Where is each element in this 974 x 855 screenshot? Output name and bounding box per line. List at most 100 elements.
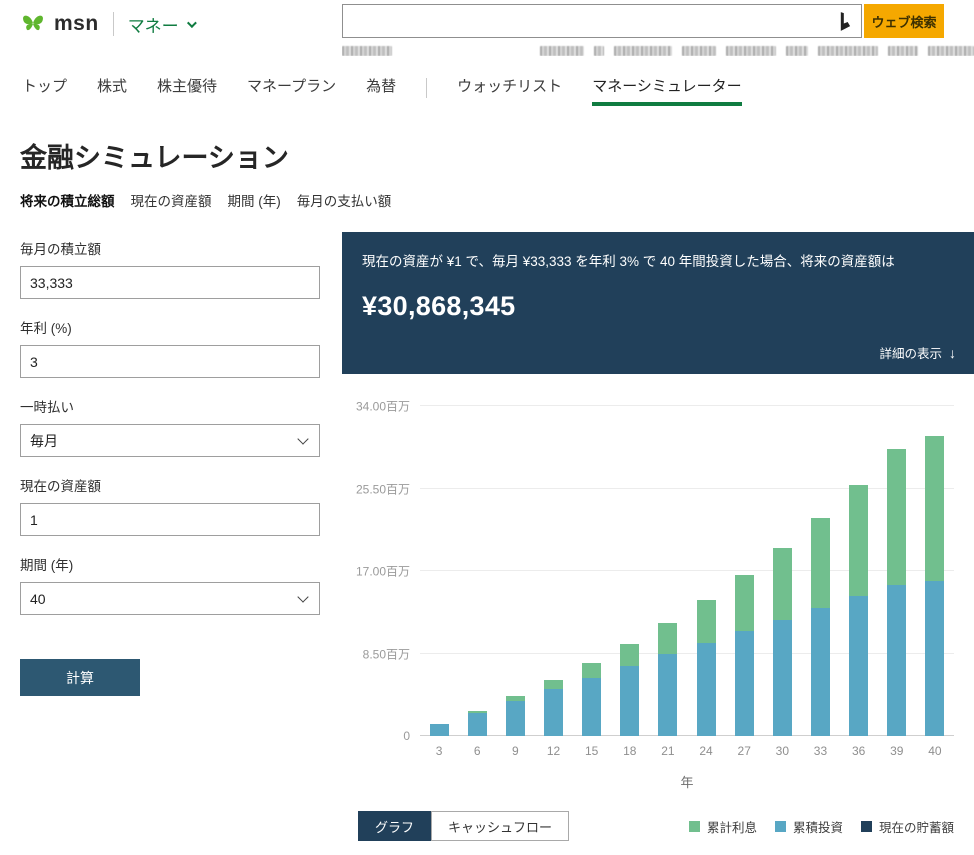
legend-label: 現在の貯蓄額 [879, 817, 954, 836]
main: 金融シミュレーション 将来の積立総額 現在の資産額 期間 (年) 毎月の支払い額… [0, 136, 974, 855]
bar-segment-2 [735, 575, 754, 631]
field-label: 一時払い [20, 396, 320, 416]
bar-year-9 [496, 406, 534, 736]
bar-segment-1 [697, 643, 716, 736]
stacked-bar [658, 406, 677, 736]
stacked-bar [697, 406, 716, 736]
field-annual-rate: 年利 (%) [20, 317, 320, 378]
bar-segment-1 [544, 689, 563, 736]
y-tick-label: 34.00百万 [356, 398, 410, 415]
bar-segment-1 [506, 701, 525, 736]
bar-segment-1 [468, 713, 487, 736]
bing-icon [834, 12, 861, 31]
tab-cashflow[interactable]: キャッシュフロー [431, 811, 569, 841]
legend-swatch-interest [689, 821, 700, 832]
redacted-text [786, 46, 808, 56]
payment-frequency-select[interactable]: 毎月 [20, 424, 320, 457]
bar-segment-2 [620, 644, 639, 667]
stacked-bar [735, 406, 754, 736]
x-tick-label: 27 [725, 744, 763, 758]
bar-year-12 [534, 406, 572, 736]
stacked-bar [811, 406, 830, 736]
stacked-bar [773, 406, 792, 736]
summary-sentence: 現在の資産が ¥1 で、毎月 ¥33,333 を年利 3% で 40 年間投資し… [362, 252, 954, 273]
subtab-future-total[interactable]: 将来の積立総額 [20, 190, 115, 210]
show-details-link[interactable]: 詳細の表示 ↓ [879, 343, 956, 362]
bar-segment-1 [430, 724, 449, 736]
redacted-text [818, 46, 878, 56]
field-label: 期間 (年) [20, 554, 320, 574]
bar-year-30 [763, 406, 801, 736]
legend-item-invested: 累積投資 [775, 817, 843, 836]
x-tick-label: 18 [611, 744, 649, 758]
bar-segment-1 [582, 678, 601, 736]
chevron-down-icon [187, 18, 197, 28]
search-box [342, 4, 862, 38]
x-tick-label: 3 [420, 744, 458, 758]
legend-item-current-savings: 現在の貯蓄額 [861, 817, 954, 836]
nav-item-stocks[interactable]: 株式 [97, 75, 127, 106]
bar-segment-2 [582, 663, 601, 678]
annual-rate-input[interactable] [20, 345, 320, 378]
x-tick-label: 12 [534, 744, 572, 758]
subtab-period[interactable]: 期間 (年) [228, 190, 281, 210]
bar-year-40 [916, 406, 954, 736]
stacked-bar [925, 406, 944, 736]
nav-item-money-simulator[interactable]: マネーシミュレーター [592, 75, 741, 106]
future-asset-amount: ¥30,868,345 [362, 291, 954, 322]
redacted-text [614, 46, 672, 56]
x-tick-label: 30 [763, 744, 801, 758]
current-assets-input[interactable] [20, 503, 320, 536]
stacked-bar [582, 406, 601, 736]
stacked-bar [468, 406, 487, 736]
primary-nav: トップ 株式 株主優待 マネープラン 為替 ウォッチリスト マネーシミュレーター [0, 68, 974, 106]
msn-logo-icon[interactable] [20, 11, 46, 37]
input-form: 毎月の積立額 年利 (%) 一時払い 毎月 現在の資産額 [0, 232, 342, 855]
bar-segment-1 [773, 620, 792, 736]
bar-year-6 [458, 406, 496, 736]
stacked-bar [544, 406, 563, 736]
stacked-bar [506, 406, 525, 736]
x-tick-label: 21 [649, 744, 687, 758]
calculate-button[interactable]: 計算 [20, 659, 140, 696]
plot-area [420, 406, 954, 736]
field-current-assets: 現在の資産額 [20, 475, 320, 536]
stacked-bar [620, 406, 639, 736]
nav-item-exchange[interactable]: 為替 [366, 75, 396, 106]
bar-year-33 [801, 406, 839, 736]
vertical-title-money[interactable]: マネー [128, 12, 194, 37]
bar-segment-1 [620, 666, 639, 736]
field-payment-frequency: 一時払い 毎月 [20, 396, 320, 457]
msn-money-page: msn マネー ウェブ検索 [0, 0, 974, 855]
stacked-bar [849, 406, 868, 736]
bar-segment-2 [925, 436, 944, 580]
bar-segment-2 [811, 518, 830, 608]
redacted-links-row [342, 45, 974, 56]
tab-graph[interactable]: グラフ [358, 811, 431, 841]
bar-segment-1 [658, 654, 677, 736]
chart: 34.00百万25.50百万17.00百万8.50百万0 36912151821… [342, 374, 974, 791]
x-tick-label: 9 [496, 744, 534, 758]
nav-item-top[interactable]: トップ [22, 75, 67, 106]
y-tick-label: 0 [403, 729, 410, 743]
redacted-text [928, 46, 974, 56]
x-tick-label: 33 [801, 744, 839, 758]
subtab-current-assets[interactable]: 現在の資産額 [131, 190, 212, 210]
search-input[interactable] [343, 5, 834, 37]
nav-item-shareholder-benefits[interactable]: 株主優待 [157, 75, 217, 106]
redacted-text [726, 46, 776, 56]
nav-item-watchlist[interactable]: ウォッチリスト [457, 75, 562, 106]
period-select[interactable]: 40 [20, 582, 320, 615]
web-search-button[interactable]: ウェブ検索 [864, 4, 944, 38]
bar-segment-1 [849, 596, 868, 736]
x-axis-title: 年 [420, 772, 954, 791]
msn-logo-text[interactable]: msn [54, 12, 99, 36]
legend-label: 累計利息 [707, 817, 757, 836]
summary-panel: 現在の資産が ¥1 で、毎月 ¥33,333 を年利 3% で 40 年間投資し… [342, 232, 974, 374]
y-tick-label: 8.50百万 [363, 645, 410, 662]
redacted-text [888, 46, 918, 56]
monthly-contribution-input[interactable] [20, 266, 320, 299]
subtab-monthly-payment[interactable]: 毎月の支払い額 [297, 190, 392, 210]
nav-item-money-plan[interactable]: マネープラン [247, 75, 336, 106]
bar-segment-2 [887, 449, 906, 585]
